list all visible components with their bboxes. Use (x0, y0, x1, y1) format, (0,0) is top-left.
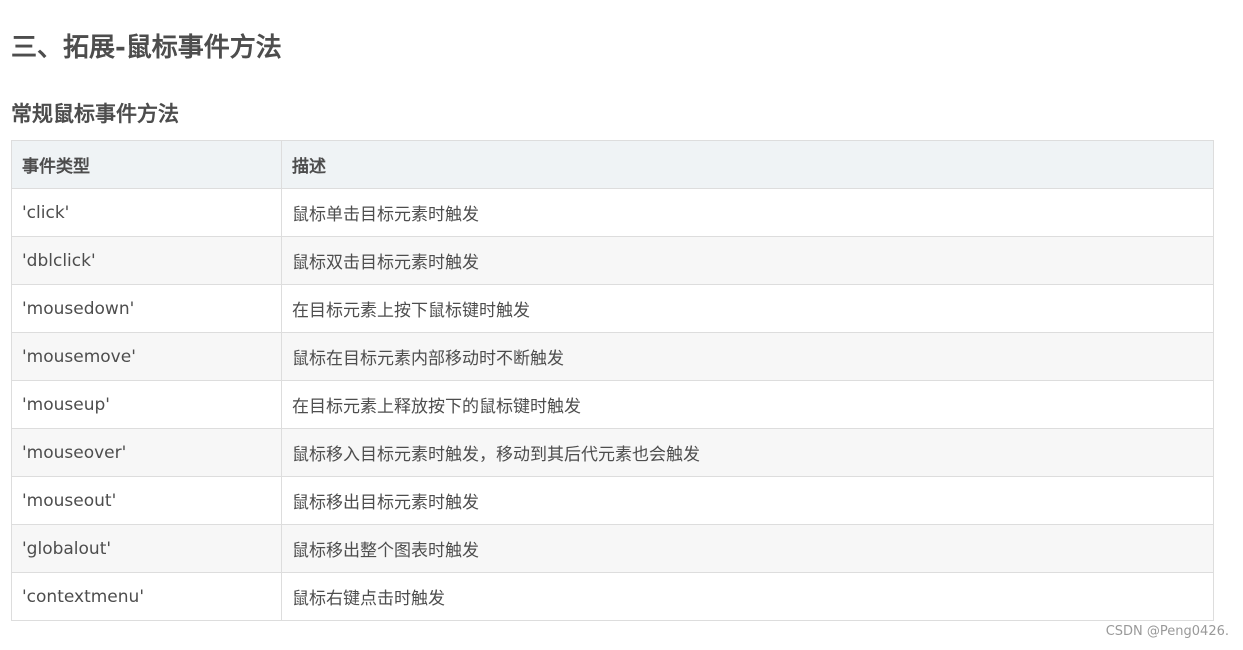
section-subheading: 常规鼠标事件方法 (11, 102, 179, 126)
description-cell: 在目标元素上释放按下的鼠标键时触发 (281, 380, 1214, 429)
description-cell: 在目标元素上按下鼠标键时触发 (281, 284, 1214, 333)
page-heading: 三、拓展-鼠标事件方法 (11, 33, 282, 63)
event-type-cell: 'dblclick' (11, 236, 282, 285)
header-event-type: 事件类型 (11, 140, 282, 189)
mouse-events-table: 事件类型 描述 'click' 鼠标单击目标元素时触发 'dblclick' 鼠… (11, 140, 1214, 621)
table-row: 'mousedown' 在目标元素上按下鼠标键时触发 (11, 284, 1214, 333)
event-type-cell: 'mousedown' (11, 284, 282, 333)
table-row: 'dblclick' 鼠标双击目标元素时触发 (11, 236, 1214, 285)
table-row: 'contextmenu' 鼠标右键点击时触发 (11, 572, 1214, 621)
event-type-cell: 'mousemove' (11, 332, 282, 381)
event-type-cell: 'contextmenu' (11, 572, 282, 621)
table-row: 'mousemove' 鼠标在目标元素内部移动时不断触发 (11, 332, 1214, 381)
description-cell: 鼠标移入目标元素时触发，移动到其后代元素也会触发 (281, 428, 1214, 477)
event-type-cell: 'mouseover' (11, 428, 282, 477)
watermark: CSDN @Peng0426. (1105, 624, 1229, 639)
table-row: 'mouseup' 在目标元素上释放按下的鼠标键时触发 (11, 380, 1214, 429)
description-cell: 鼠标右键点击时触发 (281, 572, 1214, 621)
event-type-cell: 'globalout' (11, 524, 282, 573)
table-row: 'mouseover' 鼠标移入目标元素时触发，移动到其后代元素也会触发 (11, 428, 1214, 477)
header-description: 描述 (281, 140, 1214, 189)
description-cell: 鼠标双击目标元素时触发 (281, 236, 1214, 285)
description-cell: 鼠标移出整个图表时触发 (281, 524, 1214, 573)
table-row: 'globalout' 鼠标移出整个图表时触发 (11, 524, 1214, 573)
description-cell: 鼠标单击目标元素时触发 (281, 188, 1214, 237)
table-header-row: 事件类型 描述 (11, 140, 1214, 189)
description-cell: 鼠标在目标元素内部移动时不断触发 (281, 332, 1214, 381)
event-type-cell: 'click' (11, 188, 282, 237)
table-row: 'click' 鼠标单击目标元素时触发 (11, 188, 1214, 237)
event-type-cell: 'mouseup' (11, 380, 282, 429)
event-type-cell: 'mouseout' (11, 476, 282, 525)
table-row: 'mouseout' 鼠标移出目标元素时触发 (11, 476, 1214, 525)
description-cell: 鼠标移出目标元素时触发 (281, 476, 1214, 525)
